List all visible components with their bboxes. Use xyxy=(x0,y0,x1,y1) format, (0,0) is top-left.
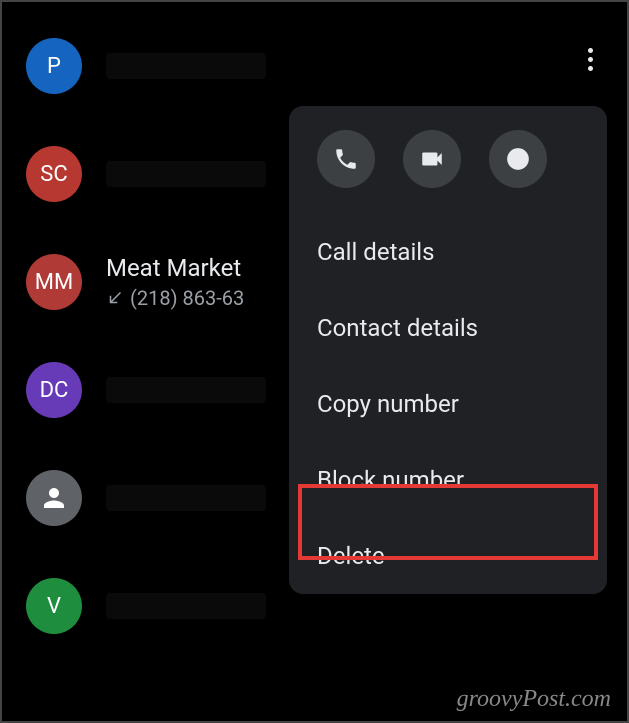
message-icon xyxy=(505,146,531,172)
avatar: P xyxy=(26,38,82,94)
watermark: groovyPost.com xyxy=(457,686,611,713)
redacted-name xyxy=(106,53,266,79)
redacted-name xyxy=(106,485,266,511)
call-info xyxy=(106,593,627,619)
video-icon xyxy=(419,146,445,172)
message-button[interactable] xyxy=(489,130,547,188)
quick-action-row xyxy=(289,106,607,214)
outgoing-call-icon xyxy=(106,289,124,307)
avatar: SC xyxy=(26,146,82,202)
avatar xyxy=(26,470,82,526)
redacted-name xyxy=(106,161,266,187)
avatar: DC xyxy=(26,362,82,418)
video-call-button[interactable] xyxy=(403,130,461,188)
menu-copy-number[interactable]: Copy number xyxy=(289,366,607,442)
overflow-menu-button[interactable] xyxy=(580,40,601,79)
call-entry[interactable]: P xyxy=(2,12,627,120)
redacted-name xyxy=(106,377,266,403)
context-menu: Call details Contact details Copy number… xyxy=(289,106,607,594)
phone-number: (218) 863-63 xyxy=(130,286,244,310)
avatar: V xyxy=(26,578,82,634)
menu-call-details[interactable]: Call details xyxy=(289,214,607,290)
person-icon xyxy=(39,483,69,513)
menu-block-number[interactable]: Block number xyxy=(289,442,607,518)
avatar: MM xyxy=(26,254,82,310)
menu-delete[interactable]: Delete xyxy=(289,518,607,594)
call-button[interactable] xyxy=(317,130,375,188)
call-info xyxy=(106,53,627,79)
menu-contact-details[interactable]: Contact details xyxy=(289,290,607,366)
phone-icon xyxy=(333,146,359,172)
redacted-name xyxy=(106,593,266,619)
